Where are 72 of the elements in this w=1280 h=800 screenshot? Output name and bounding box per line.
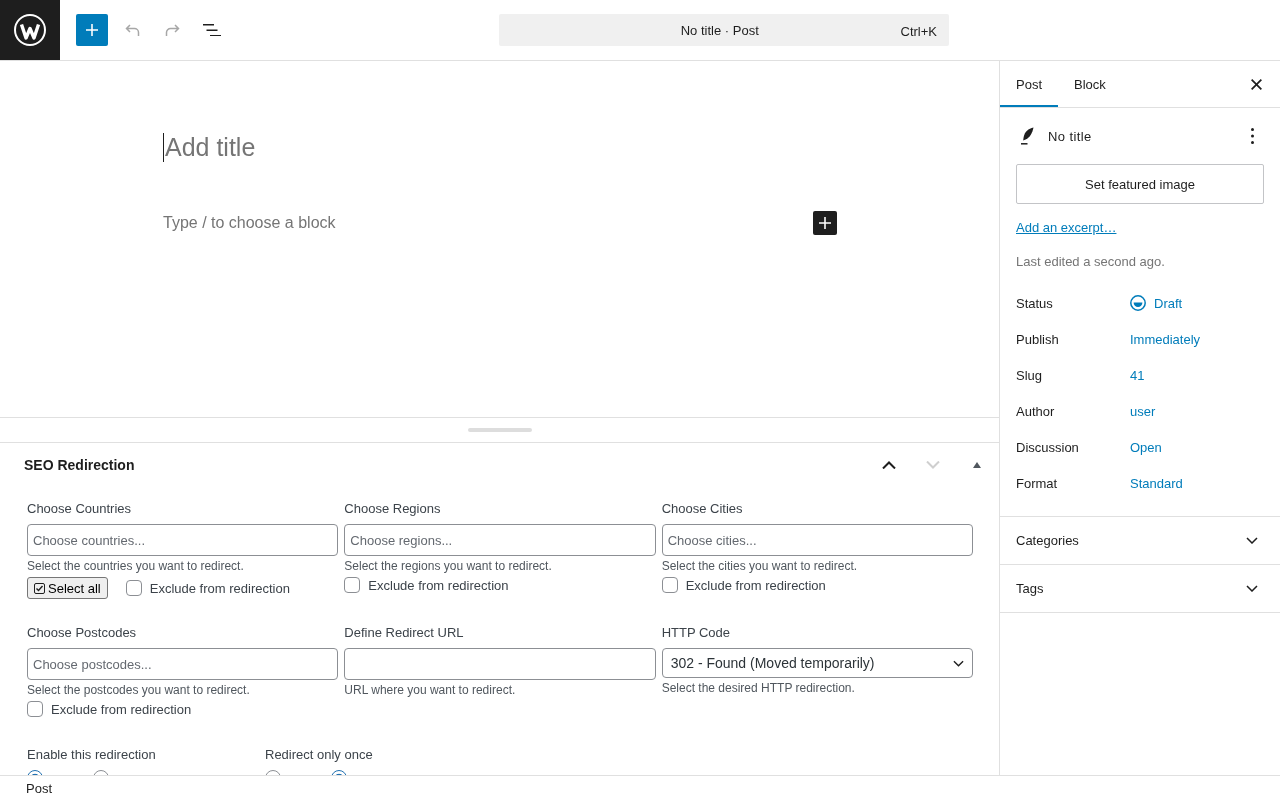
checkbox[interactable]: [27, 701, 43, 717]
last-edited-text: Last edited a second ago.: [1016, 254, 1165, 270]
field-label: Redirect only once: [265, 747, 373, 763]
logo-button[interactable]: [0, 0, 60, 60]
post-title: No title: [1048, 128, 1092, 144]
checkbox[interactable]: [125, 580, 142, 596]
checkbox-label: Exclude from redirection: [368, 577, 509, 593]
featured-image-button[interactable]: Set featured image: [1016, 164, 1264, 204]
kebab-menu-icon: [1250, 128, 1254, 144]
checkbox-label: Exclude from redirection: [685, 577, 826, 593]
help-text: URL where you want to redirect.: [344, 683, 516, 697]
excerpt-link[interactable]: Add an excerpt…: [1016, 220, 1117, 236]
input-field[interactable]: [344, 648, 656, 680]
property-label: Discussion: [1016, 439, 1079, 455]
dropdown[interactable]: 302 - Found (Moved temporarily): [661, 648, 973, 678]
field-label: Define Redirect URL: [344, 625, 464, 641]
paragraph-field[interactable]: Type / to choose a block: [163, 213, 336, 233]
field-label: Choose Cities: [661, 501, 743, 517]
add-block-button[interactable]: [76, 14, 108, 46]
plus-icon: [819, 217, 831, 229]
checkbox-label: Exclude from redirection: [51, 701, 192, 717]
chevron-down-icon: [953, 659, 964, 667]
document-bar[interactable]: No title · Post Ctrl+K: [499, 14, 949, 46]
block-inserter-button[interactable]: [813, 211, 837, 235]
checkbox[interactable]: [344, 577, 361, 593]
help-text: Select the postcodes you want to redirect.: [27, 683, 250, 697]
property-label: Slug: [1016, 367, 1043, 383]
input-field[interactable]: Choose regions...: [344, 524, 656, 556]
field-label: Choose Countries: [27, 501, 132, 517]
help-text: Select the regions you want to redirect.: [344, 559, 552, 573]
field-label: Choose Postcodes: [27, 625, 137, 641]
property-label: Publish: [1016, 331, 1059, 347]
input-field[interactable]: Choose cities...: [661, 524, 973, 556]
title-field[interactable]: Add title: [163, 133, 256, 162]
property-label: Format: [1016, 475, 1058, 491]
help-text: Select the desired HTTP redirection.: [661, 681, 855, 695]
field-label: Choose Regions: [344, 501, 441, 517]
panel-title: SEO Redirection: [24, 456, 135, 473]
plus-icon: [86, 24, 98, 36]
select-all-button[interactable]: Select all: [27, 577, 108, 599]
property-value[interactable]: 41: [1130, 367, 1145, 383]
tab[interactable]: Post: [1000, 61, 1058, 107]
redo-icon: [164, 24, 180, 36]
help-text: Select the countries you want to redirect.: [27, 559, 244, 573]
undo-icon: [124, 24, 140, 36]
field-label: Enable this redirection: [27, 747, 156, 763]
checkbox[interactable]: [661, 577, 678, 593]
property-value[interactable]: Open: [1130, 439, 1162, 455]
field-label: HTTP Code: [661, 625, 731, 641]
document-title: No title · Post: [679, 22, 760, 38]
shortcut-text: Ctrl+K: [900, 22, 937, 39]
feather-icon: [1020, 127, 1034, 145]
input-field[interactable]: Choose countries...: [27, 524, 339, 556]
breadcrumb-link[interactable]: Post: [20, 780, 58, 796]
input-field[interactable]: Choose postcodes...: [27, 648, 339, 680]
half-circle-icon: [1130, 295, 1146, 311]
status-button[interactable]: Draft: [1130, 295, 1183, 311]
panel-header-button[interactable]: Tags: [1000, 565, 1280, 613]
close-icon: [1250, 78, 1262, 90]
list-view-icon: [203, 23, 221, 37]
property-label: Status: [1016, 295, 1053, 311]
help-text: Select the cities you want to redirect.: [661, 559, 858, 573]
checkbox-label: Exclude from redirection: [149, 580, 290, 596]
panel-header-button[interactable]: Categories: [1000, 517, 1280, 565]
property-value[interactable]: user: [1130, 403, 1156, 419]
checked-square-icon: [34, 582, 45, 594]
resize-handle[interactable]: [467, 428, 532, 432]
property-value[interactable]: Immediately: [1130, 331, 1201, 347]
property-label: Author: [1016, 403, 1055, 419]
tab[interactable]: Block: [1058, 61, 1122, 107]
property-value[interactable]: Standard: [1130, 475, 1183, 491]
logo-icon: [14, 14, 46, 46]
